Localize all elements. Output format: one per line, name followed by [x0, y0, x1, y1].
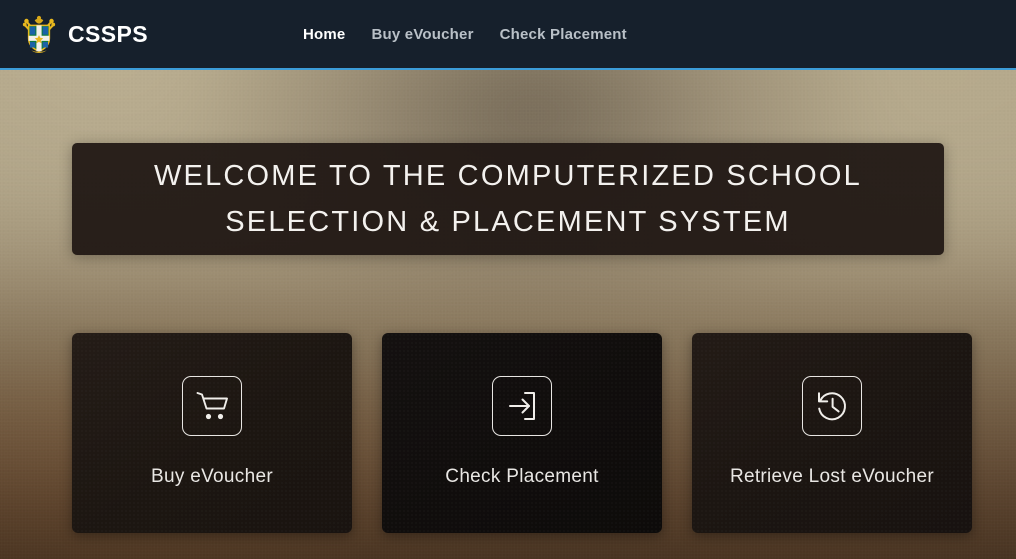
login-arrow-icon — [492, 375, 552, 436]
brand-title: CSSPS — [68, 20, 148, 47]
nav-links: Home Buy eVoucher Check Placement — [303, 26, 627, 43]
history-clock-icon — [802, 375, 862, 436]
nav-link-buy-evoucher[interactable]: Buy eVoucher — [371, 26, 473, 43]
top-navigation-bar: CSSPS Home Buy eVoucher Check Placement — [0, 0, 1016, 70]
page-root: CSSPS Home Buy eVoucher Check Placement … — [0, 0, 1016, 559]
main-content: WELCOME TO THE COMPUTERIZED SCHOOL SELEC… — [0, 70, 1016, 559]
ghana-coat-of-arms-icon — [22, 15, 56, 53]
card-retrieve-lost-evoucher[interactable]: Retrieve Lost eVoucher — [692, 333, 972, 533]
card-check-placement[interactable]: Check Placement — [382, 333, 662, 533]
card-label: Retrieve Lost eVoucher — [729, 465, 935, 487]
card-label: Buy eVoucher — [151, 465, 273, 487]
nav-link-home[interactable]: Home — [303, 26, 345, 43]
page-title: WELCOME TO THE COMPUTERIZED SCHOOL SELEC… — [153, 160, 863, 238]
card-buy-evoucher[interactable]: Buy eVoucher — [72, 333, 352, 533]
nav-link-check-placement[interactable]: Check Placement — [500, 26, 627, 43]
card-label: Check Placement — [445, 465, 599, 487]
hero-banner: WELCOME TO THE COMPUTERIZED SCHOOL SELEC… — [72, 143, 944, 255]
shopping-cart-icon — [182, 375, 242, 436]
action-cards-row: Buy eVoucher Check Placement Retrieve Lo… — [72, 333, 972, 533]
brand[interactable]: CSSPS — [20, 14, 148, 54]
